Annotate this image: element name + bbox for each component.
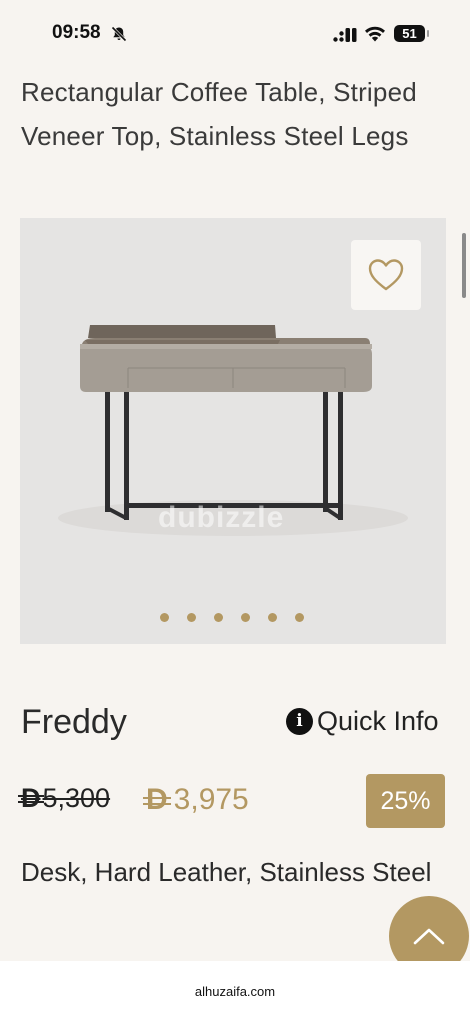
browser-address-bar[interactable]: alhuzaifa.com [0,961,470,1024]
brand-name: Freddy [21,703,127,741]
quick-info-button[interactable]: i Quick Info [286,706,439,737]
status-time: 09:58 [52,22,101,43]
original-price: D 5,300 [18,783,111,814]
discount-badge: 25% [366,774,445,828]
sale-price: D 3,975 [143,783,249,817]
gallery-dot-6[interactable] [295,613,304,622]
chevron-up-icon [413,928,445,945]
image-watermark: dubizzle [158,501,285,534]
product-image-gallery[interactable]: dubizzle [20,218,446,644]
status-bar: 09:58 51 [0,0,470,66]
wifi-icon [365,26,385,42]
original-price-value: 5,300 [42,783,111,813]
gallery-pagination [160,613,304,622]
sale-price-value: 3,975 [173,783,249,816]
battery-icon: 51 [394,25,429,42]
product-description: Desk, Hard Leather, Stainless Steel [21,857,432,887]
gallery-dot-2[interactable] [187,613,196,622]
info-icon: i [286,708,313,735]
dirham-currency-icon: D [143,783,171,816]
gallery-dot-3[interactable] [214,613,223,622]
cellular-signal-icon [333,28,357,42]
gallery-dot-1[interactable] [160,613,169,622]
gallery-dot-4[interactable] [241,613,250,622]
gallery-dot-5[interactable] [268,613,277,622]
scroll-indicator [462,233,466,298]
heart-icon [368,259,404,291]
dirham-currency-icon: D [18,783,43,813]
product-title: Rectangular Coffee Table, Striped Veneer… [21,77,417,151]
bell-muted-icon [111,26,127,42]
quick-info-label: Quick Info [317,706,439,736]
url-label[interactable]: alhuzaifa.com [0,984,470,999]
wishlist-button[interactable] [351,240,421,310]
